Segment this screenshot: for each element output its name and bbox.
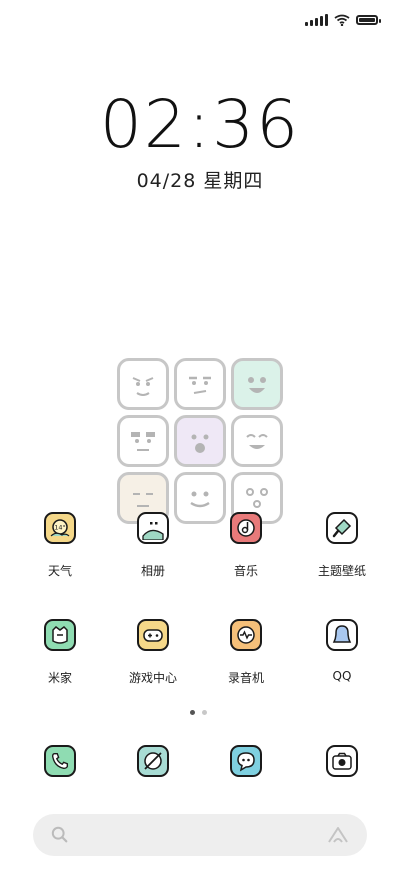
app-game-center[interactable]: 游戏中心: [103, 619, 203, 686]
app-recorder[interactable]: 录音机: [196, 619, 296, 686]
app-label: 天气: [47, 564, 72, 578]
svg-text:14°: 14°: [54, 524, 66, 532]
sticker-face-icon: [231, 415, 283, 467]
dock-browser[interactable]: [103, 745, 203, 777]
battery-icon: [356, 15, 381, 25]
app-label: 相册: [140, 564, 165, 578]
app-label: 米家: [47, 671, 72, 685]
sticker-widget[interactable]: [117, 358, 285, 524]
page-dot[interactable]: [202, 710, 207, 715]
app-mijia[interactable]: 米家: [10, 619, 110, 686]
app-gallery[interactable]: 相册: [103, 512, 203, 579]
sticker-face-icon: [174, 415, 226, 467]
mijia-icon: [44, 619, 76, 651]
app-qq[interactable]: QQ: [292, 619, 392, 683]
search-bar[interactable]: [33, 814, 367, 856]
app-label: QQ: [332, 669, 352, 683]
sticker-face-icon: [174, 358, 226, 410]
app-themes[interactable]: 主题壁纸: [292, 512, 392, 579]
theme-brush-icon: [326, 512, 358, 544]
music-icon: [230, 512, 262, 544]
assistant-icon[interactable]: [327, 826, 349, 844]
camera-icon: [326, 745, 358, 777]
weather-icon: 14°: [44, 512, 76, 544]
gallery-icon: [137, 512, 169, 544]
gamepad-icon: [137, 619, 169, 651]
recorder-icon: [230, 619, 262, 651]
app-music[interactable]: 音乐: [196, 512, 296, 579]
date-label: 04/28 星期四: [136, 170, 264, 192]
page-indicator: [190, 710, 207, 715]
message-icon: [230, 745, 262, 777]
sticker-face-icon: [117, 415, 169, 467]
qq-icon: [326, 619, 358, 651]
app-label: 主题壁纸: [317, 564, 366, 578]
app-label: 游戏中心: [128, 671, 177, 685]
app-weather[interactable]: 14° 天气: [10, 512, 110, 579]
dock-camera[interactable]: [292, 745, 392, 777]
search-icon: [51, 826, 68, 843]
status-bar: [305, 14, 381, 26]
app-label: 录音机: [227, 671, 264, 685]
phone-icon: [44, 745, 76, 777]
dock-messages[interactable]: [196, 745, 296, 777]
browser-icon: [137, 745, 169, 777]
wifi-icon: [334, 14, 350, 26]
sticker-face-icon: [231, 358, 283, 410]
page-dot-active[interactable]: [190, 710, 195, 715]
signal-icon: [305, 14, 328, 26]
sticker-face-icon: [117, 358, 169, 410]
lock-clock[interactable]: 02:36: [0, 86, 400, 163]
dock-phone[interactable]: [10, 745, 110, 777]
app-label: 音乐: [233, 564, 258, 578]
